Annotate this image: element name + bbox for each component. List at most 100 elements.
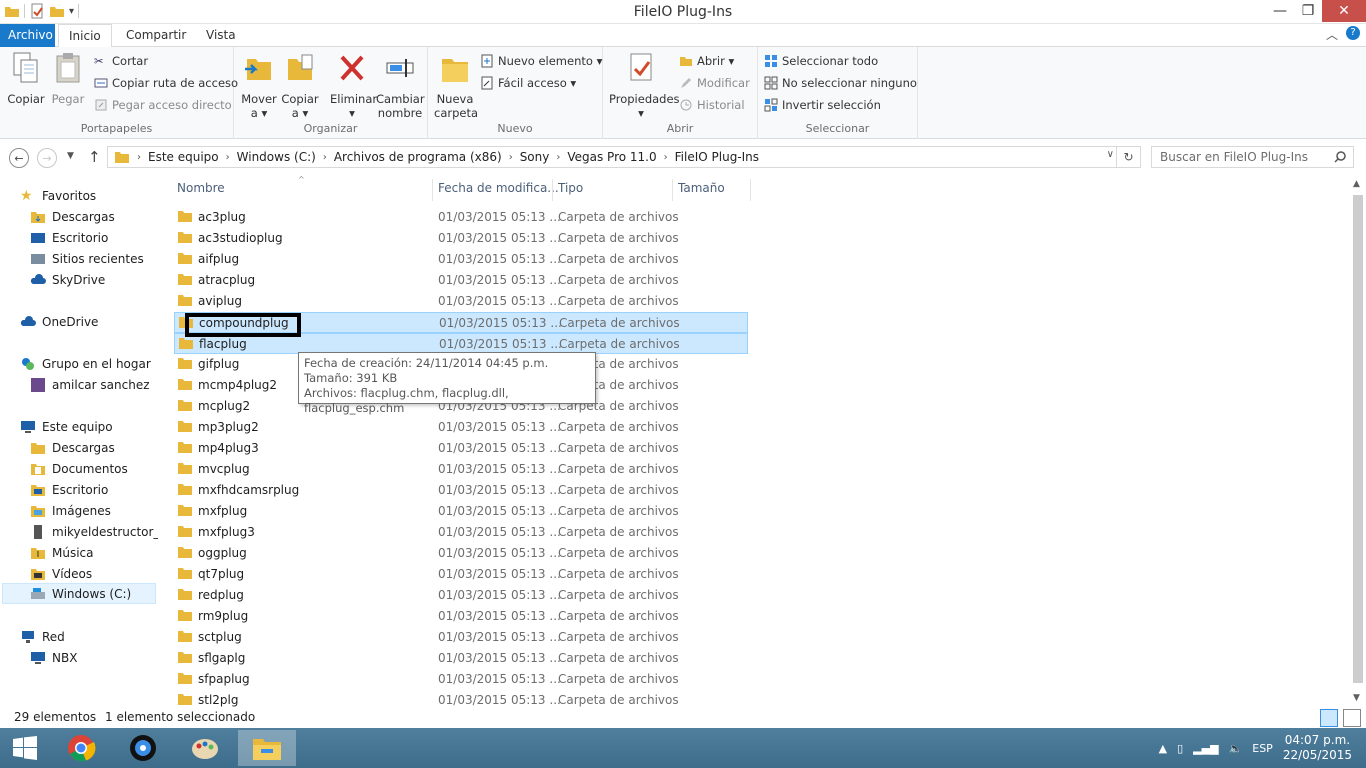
properties-button[interactable]: Propiedades ▾: [609, 51, 680, 120]
forward-button[interactable]: →: [37, 148, 57, 168]
file-row[interactable]: mxfplug3 01/03/2015 05:13 ... Carpeta de a…: [174, 522, 748, 543]
nav-videos[interactable]: Vídeos: [30, 563, 92, 584]
taskbar-paint[interactable]: [176, 730, 234, 766]
nav-imagenes[interactable]: Imágenes: [30, 500, 111, 521]
paste-shortcut-button[interactable]: Pegar acceso directo: [94, 95, 232, 115]
nav-amilcar[interactable]: amilcar sanchez: [30, 374, 150, 395]
maximize-button[interactable]: ❐: [1294, 0, 1322, 22]
breadcrumb-windows[interactable]: Windows (C:): [233, 150, 320, 164]
network-signal-icon[interactable]: ▂▄▆: [1193, 742, 1218, 755]
nav-mikyel[interactable]: mikyeldestructor_04: [30, 521, 175, 542]
file-row[interactable]: sctplug 01/03/2015 05:13 ... Carpeta de ar…: [174, 627, 748, 648]
select-all-button[interactable]: Seleccionar todo: [764, 51, 878, 71]
invert-selection-button[interactable]: Invertir selección: [764, 95, 881, 115]
file-row[interactable]: aviplug 01/03/2015 05:13 ... Carpeta de ar…: [174, 291, 748, 312]
nav-escritorio[interactable]: Escritorio: [30, 479, 108, 500]
chevron-right-icon[interactable]: ›: [506, 152, 516, 163]
file-row[interactable]: mp3plug2 01/03/2015 05:13 ... Carpeta de a…: [174, 417, 748, 438]
file-row[interactable]: oggplug 01/03/2015 05:13 ... Carpeta de ar…: [174, 543, 748, 564]
file-row[interactable]: mvcplug 01/03/2015 05:13 ... Carpeta de ar…: [174, 459, 748, 480]
nav-descargas-fav[interactable]: Descargas: [30, 206, 115, 227]
nav-nbx[interactable]: NBX: [30, 647, 77, 668]
delete-button[interactable]: Eliminar ▾: [330, 51, 377, 120]
new-folder-button[interactable]: Nueva carpeta: [434, 51, 478, 120]
tab-inicio[interactable]: Inicio: [58, 24, 112, 48]
tab-compartir[interactable]: Compartir: [116, 24, 196, 47]
nav-windows-c[interactable]: Windows (C:): [2, 583, 156, 604]
column-header-size[interactable]: Tamaño: [678, 181, 725, 203]
address-bar[interactable]: › Este equipo › Windows (C:) › Archivos …: [107, 146, 1141, 168]
file-row[interactable]: ac3plug 01/03/2015 05:13 ... Carpeta de ar…: [174, 207, 748, 228]
column-header-date[interactable]: Fecha de modifica...: [438, 181, 559, 203]
breadcrumb-archivos-programa[interactable]: Archivos de programa (x86): [330, 150, 506, 164]
tab-archivo[interactable]: Archivo: [0, 24, 55, 47]
breadcrumb-vegas[interactable]: Vegas Pro 11.0: [563, 150, 660, 164]
collapse-ribbon-icon[interactable]: ︿: [1326, 26, 1338, 43]
up-arrow-icon[interactable]: ↑: [88, 148, 101, 166]
clock[interactable]: 04:07 p.m. 22/05/2015: [1283, 733, 1352, 763]
volume-icon[interactable]: 🔈: [1229, 742, 1243, 755]
file-row[interactable]: mxfplug 01/03/2015 05:13 ... Carpeta de ar…: [174, 501, 748, 522]
nav-onedrive[interactable]: OneDrive: [20, 311, 98, 332]
taskbar-file-explorer[interactable]: [238, 730, 296, 766]
breadcrumb-este-equipo[interactable]: Este equipo: [144, 150, 223, 164]
back-button[interactable]: ←: [9, 148, 29, 168]
address-dropdown-icon[interactable]: ∨: [1107, 149, 1114, 160]
file-row[interactable]: atracplug 01/03/2015 05:13 ... Carpeta de …: [174, 270, 748, 291]
minimize-button[interactable]: —: [1266, 0, 1294, 22]
nav-escritorio-fav[interactable]: Escritorio: [30, 227, 108, 248]
nav-grupo-hogar[interactable]: Grupo en el hogar: [20, 353, 151, 374]
taskbar-media[interactable]: [114, 730, 172, 766]
rename-button[interactable]: Cambiar nombre: [376, 51, 425, 120]
history-button[interactable]: Historial: [679, 95, 745, 115]
scrollbar-thumb[interactable]: [1353, 195, 1363, 683]
file-row[interactable]: aifplug 01/03/2015 05:13 ... Carpeta de ar…: [174, 249, 748, 270]
file-row[interactable]: redplug 01/03/2015 05:13 ... Carpeta de ar…: [174, 585, 748, 606]
nav-documentos[interactable]: Documentos: [30, 458, 128, 479]
cut-button[interactable]: ✂ Cortar: [94, 51, 148, 71]
chevron-right-icon[interactable]: ›: [223, 152, 233, 163]
recent-locations-icon[interactable]: ▼: [67, 151, 74, 161]
start-button[interactable]: [0, 730, 50, 766]
scroll-down-icon[interactable]: ▼: [1353, 693, 1360, 703]
breadcrumb-sony[interactable]: Sony: [516, 150, 554, 164]
power-icon[interactable]: ▯: [1177, 742, 1183, 755]
chevron-right-icon[interactable]: ›: [320, 152, 330, 163]
large-icons-view-icon[interactable]: [1343, 709, 1361, 727]
close-button[interactable]: ✕: [1322, 0, 1366, 22]
file-row[interactable]: sflgaplg 01/03/2015 05:13 ... Carpeta de a…: [174, 648, 748, 669]
tab-vista[interactable]: Vista: [196, 24, 246, 47]
copy-to-button[interactable]: Copiar a ▾: [280, 51, 320, 120]
file-row[interactable]: mxfhdcamsrplug 01/03/2015 05:13 ... Carpet…: [174, 480, 748, 501]
search-input[interactable]: Buscar en FileIO Plug-Ins: [1151, 146, 1354, 168]
help-icon[interactable]: ?: [1346, 26, 1360, 40]
paste-button[interactable]: Pegar: [48, 51, 88, 106]
copy-button[interactable]: Copiar: [6, 51, 46, 106]
select-none-button[interactable]: No seleccionar ninguno: [764, 73, 917, 93]
file-row[interactable]: ac3studioplug 01/03/2015 05:13 ... Carpeta…: [174, 228, 748, 249]
nav-musica[interactable]: Música: [30, 542, 94, 563]
chevron-right-icon[interactable]: ›: [661, 152, 671, 163]
edit-button[interactable]: Modificar: [679, 73, 750, 93]
taskbar-chrome[interactable]: [52, 730, 110, 766]
nav-red[interactable]: Red: [20, 626, 65, 647]
nav-descargas[interactable]: Descargas: [30, 437, 115, 458]
move-to-button[interactable]: Mover a ▾: [240, 51, 278, 120]
easy-access-button[interactable]: Fácil acceso ▾: [480, 73, 576, 93]
column-header-name[interactable]: Nombre: [177, 181, 225, 203]
nav-este-equipo[interactable]: Este equipo: [20, 416, 113, 437]
file-row[interactable]: sfpaplug 01/03/2015 05:13 ... Carpeta de a…: [174, 669, 748, 690]
column-header-type[interactable]: Tipo: [558, 181, 583, 203]
file-row[interactable]: mp4plug3 01/03/2015 05:13 ... Carpeta de a…: [174, 438, 748, 459]
breadcrumb-fileio[interactable]: FileIO Plug-Ins: [671, 150, 763, 164]
new-item-button[interactable]: Nuevo elemento ▾: [480, 51, 602, 71]
copy-path-button[interactable]: Copiar ruta de acceso: [94, 73, 238, 93]
nav-favoritos[interactable]: ★ Favoritos: [20, 185, 96, 206]
open-button[interactable]: Abrir ▾: [679, 51, 734, 71]
vertical-scrollbar[interactable]: ▲ ▼: [1350, 175, 1366, 707]
scroll-up-icon[interactable]: ▲: [1353, 179, 1360, 189]
nav-skydrive[interactable]: SkyDrive: [30, 269, 105, 290]
file-row[interactable]: rm9plug 01/03/2015 05:13 ... Carpeta de ar…: [174, 606, 748, 627]
show-hidden-icons-icon[interactable]: ▲: [1159, 742, 1167, 755]
file-row[interactable]: qt7plug 01/03/2015 05:13 ... Carpeta de ar…: [174, 564, 748, 585]
